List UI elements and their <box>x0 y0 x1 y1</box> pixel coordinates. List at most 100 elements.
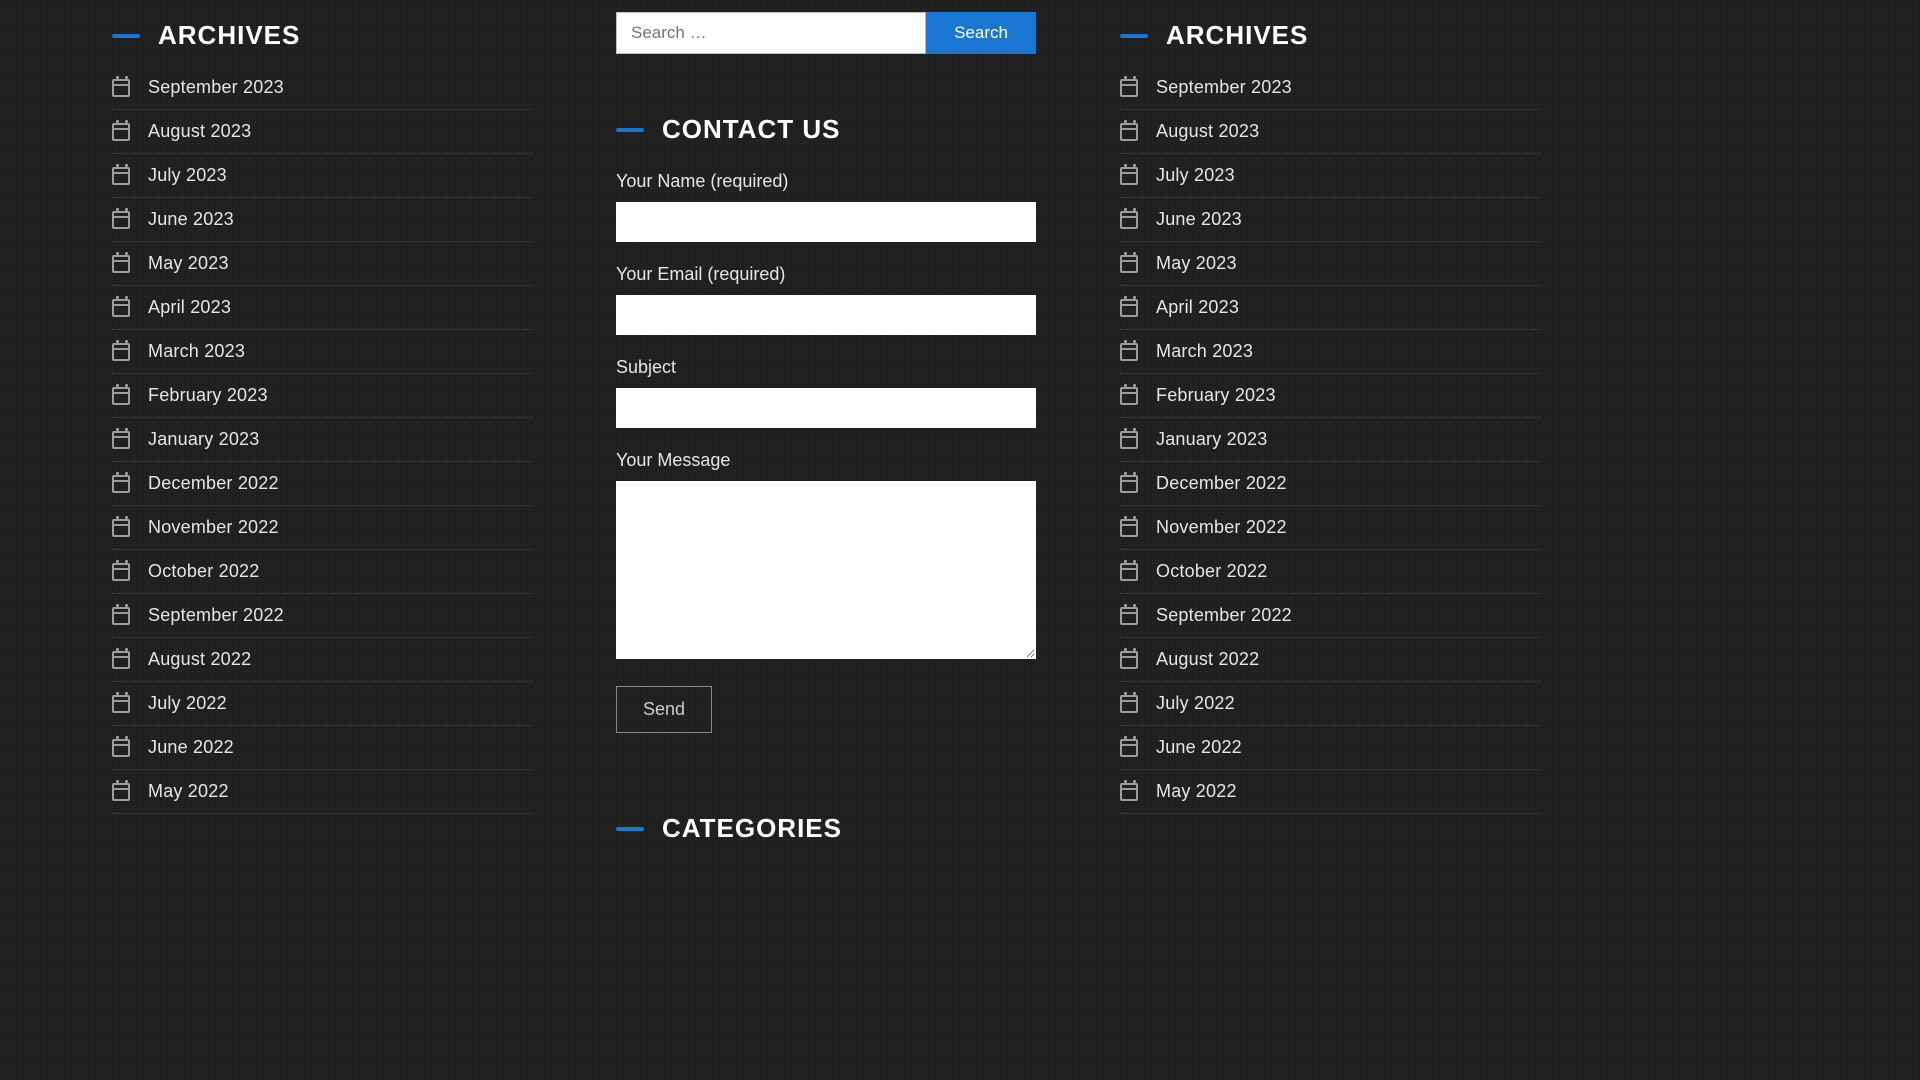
archive-link[interactable]: April 2023 <box>1156 297 1239 318</box>
archive-link[interactable]: September 2022 <box>148 605 284 626</box>
archive-item: June 2022 <box>112 726 532 770</box>
archive-item: February 2023 <box>112 374 532 418</box>
archive-item: July 2022 <box>112 682 532 726</box>
calendar-icon <box>112 607 130 625</box>
archive-item: September 2022 <box>1120 594 1540 638</box>
archive-link[interactable]: June 2023 <box>148 209 234 230</box>
contact-title: CONTACT US <box>662 114 841 145</box>
archive-item: May 2022 <box>112 770 532 814</box>
archive-link[interactable]: July 2023 <box>1156 165 1235 186</box>
archive-link[interactable]: September 2022 <box>1156 605 1292 626</box>
archive-link[interactable]: January 2023 <box>148 429 259 450</box>
calendar-icon <box>112 651 130 669</box>
calendar-icon <box>112 79 130 97</box>
email-input[interactable] <box>616 295 1036 335</box>
archive-link[interactable]: July 2022 <box>1156 693 1235 714</box>
archive-item: February 2023 <box>1120 374 1540 418</box>
archive-link[interactable]: March 2023 <box>1156 341 1253 362</box>
archive-link[interactable]: May 2023 <box>148 253 229 274</box>
archive-link[interactable]: April 2023 <box>148 297 231 318</box>
archive-link[interactable]: September 2023 <box>1156 77 1292 98</box>
send-button[interactable]: Send <box>616 686 712 733</box>
calendar-icon <box>112 255 130 273</box>
heading-dash-icon <box>112 34 140 38</box>
archives-heading-right: ARCHIVES <box>1120 20 1540 51</box>
calendar-icon <box>112 167 130 185</box>
archive-link[interactable]: November 2022 <box>148 517 279 538</box>
archive-link[interactable]: May 2022 <box>148 781 229 802</box>
archive-item: May 2023 <box>1120 242 1540 286</box>
search-input[interactable] <box>616 12 926 54</box>
calendar-icon <box>1120 651 1138 669</box>
archive-link[interactable]: May 2023 <box>1156 253 1237 274</box>
archive-item: August 2023 <box>1120 110 1540 154</box>
calendar-icon <box>1120 79 1138 97</box>
archive-item: March 2023 <box>1120 330 1540 374</box>
archive-link[interactable]: June 2023 <box>1156 209 1242 230</box>
archive-item: June 2023 <box>112 198 532 242</box>
archive-link[interactable]: June 2022 <box>1156 737 1242 758</box>
archive-item: October 2022 <box>112 550 532 594</box>
archive-link[interactable]: December 2022 <box>1156 473 1287 494</box>
archive-item: May 2023 <box>112 242 532 286</box>
archive-item: May 2022 <box>1120 770 1540 814</box>
archive-item: December 2022 <box>1120 462 1540 506</box>
calendar-icon <box>1120 475 1138 493</box>
heading-dash-icon <box>1120 34 1148 38</box>
left-sidebar: ARCHIVES September 2023 August 2023 July 2… <box>112 0 532 870</box>
archive-item: July 2022 <box>1120 682 1540 726</box>
calendar-icon <box>112 387 130 405</box>
archive-link[interactable]: May 2022 <box>1156 781 1237 802</box>
archive-item: June 2022 <box>1120 726 1540 770</box>
calendar-icon <box>1120 255 1138 273</box>
archive-item: January 2023 <box>112 418 532 462</box>
archive-link[interactable]: November 2022 <box>1156 517 1287 538</box>
archive-link[interactable]: June 2022 <box>148 737 234 758</box>
calendar-icon <box>1120 563 1138 581</box>
archive-link[interactable]: July 2023 <box>148 165 227 186</box>
calendar-icon <box>112 211 130 229</box>
archive-link[interactable]: August 2023 <box>1156 121 1259 142</box>
calendar-icon <box>112 519 130 537</box>
archive-link[interactable]: August 2023 <box>148 121 251 142</box>
subject-input[interactable] <box>616 388 1036 428</box>
archive-link[interactable]: January 2023 <box>1156 429 1267 450</box>
archive-link[interactable]: October 2022 <box>148 561 259 582</box>
heading-dash-icon <box>616 827 644 831</box>
archive-link[interactable]: August 2022 <box>148 649 251 670</box>
calendar-icon <box>112 739 130 757</box>
message-textarea[interactable] <box>616 481 1036 659</box>
archive-item: December 2022 <box>112 462 532 506</box>
calendar-icon <box>112 563 130 581</box>
name-label: Your Name (required) <box>616 171 1036 192</box>
archive-link[interactable]: August 2022 <box>1156 649 1259 670</box>
heading-dash-icon <box>616 128 644 132</box>
archive-item: September 2022 <box>112 594 532 638</box>
search-button[interactable]: Search <box>926 12 1036 54</box>
archive-link[interactable]: February 2023 <box>148 385 268 406</box>
message-label: Your Message <box>616 450 1036 471</box>
archive-link[interactable]: October 2022 <box>1156 561 1267 582</box>
archive-item: July 2023 <box>112 154 532 198</box>
archive-link[interactable]: September 2023 <box>148 77 284 98</box>
archive-item: September 2023 <box>1120 77 1540 110</box>
archives-title-right: ARCHIVES <box>1166 20 1308 51</box>
calendar-icon <box>1120 211 1138 229</box>
archive-item: April 2023 <box>1120 286 1540 330</box>
archive-link[interactable]: December 2022 <box>148 473 279 494</box>
calendar-icon <box>1120 431 1138 449</box>
archive-link[interactable]: February 2023 <box>1156 385 1276 406</box>
archive-link[interactable]: March 2023 <box>148 341 245 362</box>
archive-link[interactable]: July 2022 <box>148 693 227 714</box>
name-input[interactable] <box>616 202 1036 242</box>
calendar-icon <box>112 299 130 317</box>
categories-title: CATEGORIES <box>662 813 842 844</box>
categories-heading: CATEGORIES <box>616 813 1036 844</box>
archives-title-left: ARCHIVES <box>158 20 300 51</box>
calendar-icon <box>112 431 130 449</box>
calendar-icon <box>1120 695 1138 713</box>
archive-item: August 2022 <box>1120 638 1540 682</box>
contact-heading: CONTACT US <box>616 114 1036 145</box>
right-sidebar: ARCHIVES September 2023 August 2023 July 2… <box>1120 0 1540 870</box>
calendar-icon <box>1120 123 1138 141</box>
